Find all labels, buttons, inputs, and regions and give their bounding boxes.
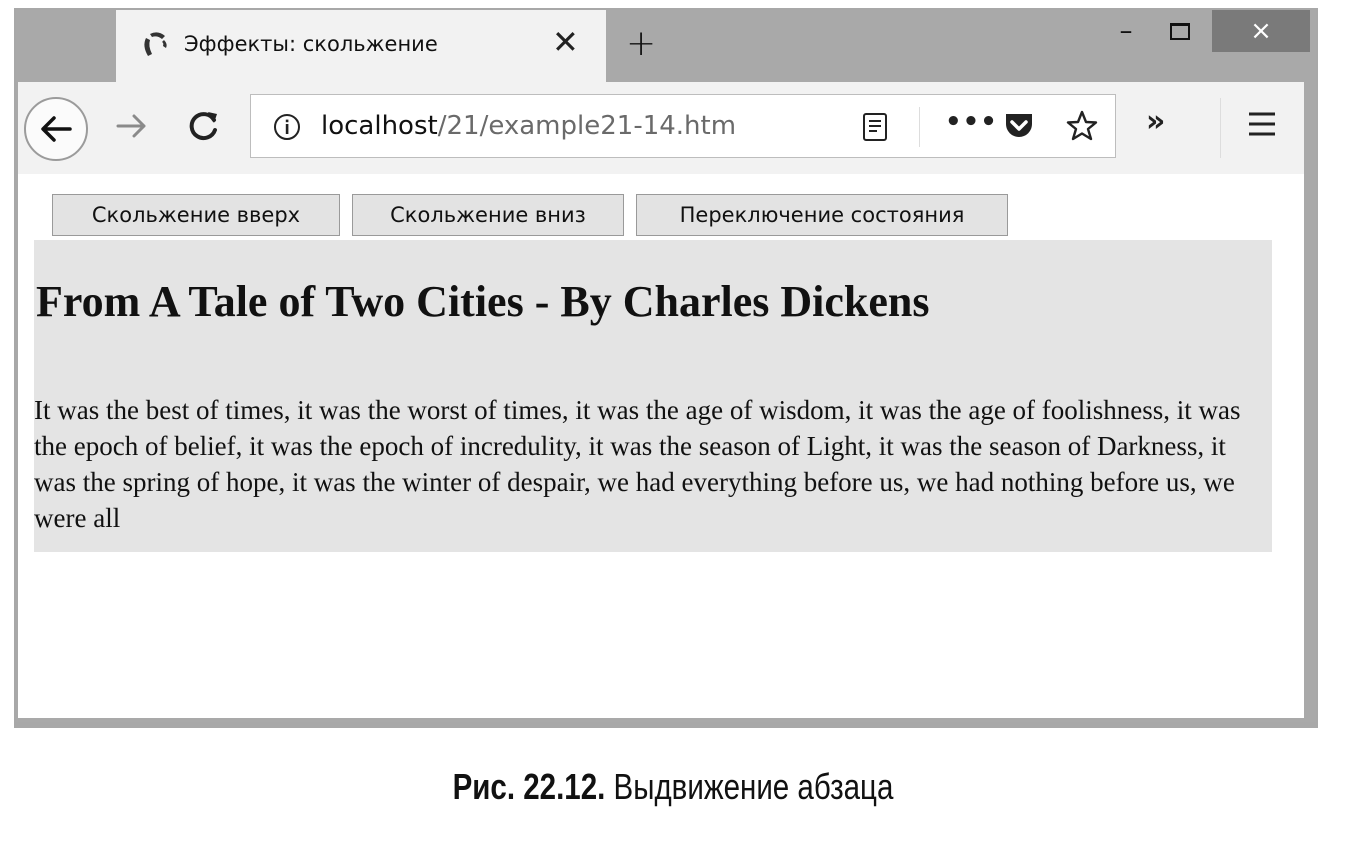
slide-down-button[interactable]: Скольжение вниз xyxy=(352,194,624,236)
maximize-button[interactable] xyxy=(1160,10,1200,52)
browser-window: Эффекты: скольжение ✕ + – × localhost/21… xyxy=(14,8,1318,728)
browser-tab[interactable]: Эффекты: скольжение ✕ xyxy=(116,10,606,82)
close-window-button[interactable]: × xyxy=(1212,10,1310,52)
reload-icon[interactable] xyxy=(184,106,224,146)
page-heading: From A Tale of Two Cities - By Charles D… xyxy=(36,277,930,326)
forward-arrow-icon[interactable] xyxy=(112,106,152,146)
caption-label: Рис. 22.12. xyxy=(452,766,606,807)
reader-view-icon[interactable] xyxy=(861,112,889,142)
back-arrow-icon xyxy=(41,116,72,142)
urlbar-separator xyxy=(919,107,920,147)
address-bar[interactable]: localhost/21/example21-14.htm ••• xyxy=(250,94,1116,158)
url-path: /21/example21-14.htm xyxy=(437,111,737,141)
hamburger-menu-icon[interactable] xyxy=(1244,106,1280,142)
slide-up-button[interactable]: Скольжение вверх xyxy=(52,194,340,236)
pocket-icon[interactable] xyxy=(1003,111,1035,141)
maximize-icon xyxy=(1170,23,1190,40)
sliding-panel: From A Tale of Two Cities - By Charles D… xyxy=(34,240,1272,552)
page-content: Скольжение вверх Скольжение вниз Переклю… xyxy=(18,174,1304,718)
navigation-toolbar: localhost/21/example21-14.htm ••• » xyxy=(18,82,1304,175)
url-text[interactable]: localhost/21/example21-14.htm xyxy=(321,111,736,141)
bookmark-star-icon[interactable] xyxy=(1065,109,1099,143)
overflow-menu-icon[interactable]: » xyxy=(1146,106,1165,138)
page-actions-icon[interactable]: ••• xyxy=(945,107,998,137)
figure-caption: Рис. 22.12. Выдвижение абзаца xyxy=(121,766,1225,808)
tab-title: Эффекты: скольжение xyxy=(184,32,438,56)
paragraph-text: It was the best of times, it was the wor… xyxy=(34,395,1241,533)
new-tab-button[interactable]: + xyxy=(626,24,656,64)
loading-spinner-icon xyxy=(144,32,167,56)
info-icon[interactable] xyxy=(271,111,303,143)
url-host: localhost xyxy=(321,111,438,141)
toolbar-separator xyxy=(1220,98,1221,158)
toggle-state-button[interactable]: Переключение состояния xyxy=(636,194,1008,236)
caption-text: Выдвижение абзаца xyxy=(613,766,894,807)
window-frame: Эффекты: скольжение ✕ + – × localhost/21… xyxy=(16,10,1316,722)
back-button[interactable] xyxy=(24,97,88,161)
tab-close-icon[interactable]: ✕ xyxy=(552,22,579,62)
minimize-button[interactable]: – xyxy=(1106,10,1146,52)
